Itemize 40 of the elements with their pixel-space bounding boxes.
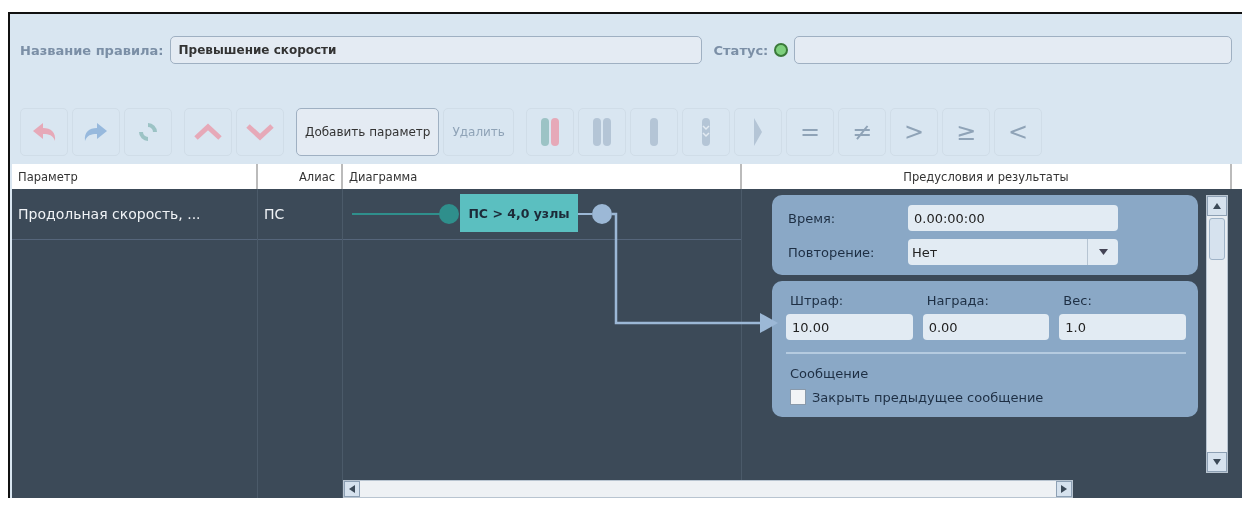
triangle-icon	[751, 116, 764, 148]
field-label: Вес:	[1062, 293, 1093, 308]
bar-icon	[647, 116, 660, 148]
condition-block[interactable]	[460, 194, 578, 232]
scrollbar-thumb[interactable]	[1209, 218, 1225, 260]
bars-icon	[538, 116, 561, 148]
checkbox-label: Закрыть предыдущее сообщение	[812, 389, 1044, 405]
left-arrow-icon	[31, 121, 57, 143]
number-field[interactable]: 10.00	[786, 314, 913, 340]
scroll-right-icon[interactable]	[1061, 485, 1067, 493]
chevron-up-icon	[193, 123, 223, 141]
bars-icon	[590, 116, 613, 148]
field-label: Штраф:	[789, 293, 845, 308]
refresh-icon	[136, 120, 160, 144]
field-label: Награда:	[925, 293, 990, 308]
status-field[interactable]	[794, 36, 1232, 64]
condition-label: ПС > 4,0 узлы	[468, 206, 570, 221]
field-label: Время:	[788, 210, 837, 226]
right-arrow-icon	[83, 121, 109, 143]
rule-name-label: Название правила:	[20, 42, 164, 58]
scroll-down-icon[interactable]	[1213, 459, 1221, 465]
horizontal-scrollbar[interactable]	[343, 480, 1073, 498]
toolbar-button[interactable]: Добавить параметр	[296, 108, 440, 156]
table-cell: Продольная скорость, ...	[12, 189, 257, 240]
bar-chevrons-icon	[699, 116, 712, 148]
time-field[interactable]: 0.00:00:00	[908, 205, 1118, 231]
dropdown-caret-icon	[1098, 249, 1108, 255]
number-field[interactable]: 1.0	[1059, 314, 1186, 340]
chevron-down-icon	[245, 123, 275, 141]
checkbox[interactable]	[790, 389, 806, 405]
table-cell: ПС	[258, 189, 342, 240]
rule-name-field[interactable]: Превышение скорости	[169, 36, 702, 64]
scroll-up-icon[interactable]	[1213, 203, 1221, 209]
field-label: Повторение:	[788, 244, 876, 260]
number-field[interactable]: 0.00	[922, 314, 1050, 340]
repeat-dropdown[interactable]: Нет	[908, 239, 1118, 265]
status-label: Статус:	[713, 42, 769, 58]
scroll-left-icon[interactable]	[349, 485, 355, 493]
section-heading: Сообщение	[789, 366, 870, 381]
vertical-scrollbar[interactable]	[1206, 195, 1228, 473]
